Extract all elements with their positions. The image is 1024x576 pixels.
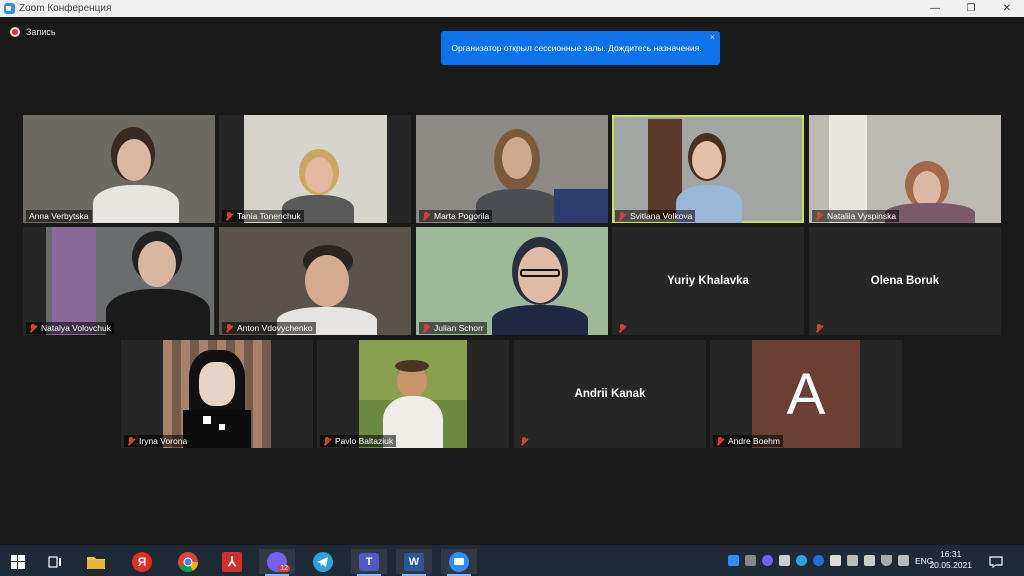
participant-video: [486, 227, 596, 335]
participant-video: [676, 115, 766, 223]
notification-close-button[interactable]: ×: [710, 32, 715, 42]
participant-video: [244, 115, 387, 223]
participant-name-label: Marta Pogorila: [419, 210, 493, 222]
participant-tile[interactable]: Marta Pogorila: [416, 115, 608, 223]
participant-name-label: Pavlo Baltaziuk: [320, 435, 397, 447]
participant-tile[interactable]: Nataliia Vyspinska: [809, 115, 1001, 223]
keyboard-icon[interactable]: [847, 555, 858, 566]
mic-muted-icon: [815, 211, 823, 221]
participant-tile-video-off[interactable]: Yuriy Khalavka: [612, 227, 804, 335]
participant-video: [265, 227, 385, 335]
word-icon[interactable]: W: [396, 549, 432, 576]
window-titlebar: Zoom Конференция — ❐ ✕: [0, 0, 1024, 17]
mic-muted-icon: [225, 211, 233, 221]
participant-tile[interactable]: Tania Tonenchuk: [219, 115, 411, 223]
chrome-icon[interactable]: [170, 549, 206, 574]
participant-avatar: A: [752, 340, 860, 448]
battery-icon[interactable]: [864, 555, 875, 566]
taskbar-clock[interactable]: 16:31 20.05.2021: [929, 549, 972, 571]
viber-icon[interactable]: 12: [259, 549, 295, 576]
mic-muted-icon: [422, 323, 430, 333]
recording-label: Запись: [26, 27, 56, 37]
participant-name-label: Julian Schorr: [419, 322, 487, 334]
participant-tile-active-speaker[interactable]: Svitlana Volkova: [612, 115, 804, 223]
task-view-icon[interactable]: [37, 549, 73, 574]
record-icon: [10, 27, 20, 37]
network-share-icon[interactable]: [745, 555, 756, 566]
dropbox-icon[interactable]: [779, 555, 790, 566]
participant-name-label: Natalya Volovchuk: [26, 322, 114, 334]
maximize-button[interactable]: ❐: [954, 0, 988, 17]
participant-tile-video-off[interactable]: Olena Boruk: [809, 227, 1001, 335]
participant-status: [517, 436, 535, 447]
mic-muted-icon: [618, 211, 626, 221]
participant-status: [812, 323, 830, 334]
yandex-browser-icon[interactable]: Я: [124, 549, 160, 574]
participant-name-label: Anton Vdovychenko: [222, 322, 316, 334]
participant-display-name: Olena Boruk: [870, 275, 940, 287]
participant-name-label: Tania Tonenchuk: [222, 210, 304, 222]
wifi-icon[interactable]: [881, 555, 892, 566]
notification-text: Организатор открыл сессионные залы. Дожд…: [451, 43, 702, 53]
window-title: Zoom Конференция: [19, 3, 112, 14]
acrobat-icon[interactable]: ⅄: [214, 549, 250, 574]
participant-tile[interactable]: Anton Vdovychenko: [219, 227, 411, 335]
participant-name-label: Andre Boehm: [713, 435, 783, 447]
participant-video: [83, 115, 193, 223]
breakout-room-notification: Организатор открыл сессионные залы. Дожд…: [441, 31, 720, 65]
participant-tile[interactable]: Pavlo Baltaziuk: [317, 340, 509, 448]
participant-video: [885, 115, 985, 223]
participant-name-label: Svitlana Volkova: [615, 210, 696, 222]
clock-time: 16:31: [940, 549, 962, 559]
participant-display-name: Andrii Kanak: [574, 388, 646, 400]
mic-muted-icon: [815, 324, 823, 333]
mic-muted-icon: [323, 436, 331, 446]
notification-center-icon[interactable]: [984, 549, 1008, 574]
teams-icon[interactable]: T: [351, 549, 387, 576]
bluetooth-icon[interactable]: [813, 555, 824, 566]
viber-tray-icon[interactable]: [762, 555, 773, 566]
mic-muted-icon: [716, 436, 724, 446]
telegram-icon[interactable]: [305, 549, 341, 574]
windows-taskbar: Я ⅄ 12 T W ENG 16:31 20.05.2021: [0, 545, 1024, 576]
minimize-button[interactable]: —: [918, 0, 952, 17]
participant-tile[interactable]: Julian Schorr: [416, 227, 608, 335]
file-explorer-icon[interactable]: [78, 549, 114, 574]
mic-muted-icon: [422, 211, 430, 221]
recording-indicator[interactable]: Запись: [10, 27, 56, 37]
participant-tile[interactable]: Iryna Vorona: [121, 340, 313, 448]
usb-icon[interactable]: [830, 555, 841, 566]
clock-date: 20.05.2021: [929, 560, 972, 570]
mic-muted-icon: [520, 437, 528, 446]
unread-badge: 12: [278, 565, 290, 572]
participant-display-name: Yuriy Khalavka: [667, 275, 749, 287]
mic-muted-icon: [225, 323, 233, 333]
participant-status: [615, 323, 633, 334]
close-button[interactable]: ✕: [990, 0, 1024, 17]
mic-muted-icon: [127, 436, 135, 446]
participant-video: [359, 340, 467, 448]
participant-tile-avatar[interactable]: A Andre Boehm: [710, 340, 902, 448]
participant-name-label: Anna Verbytska: [26, 210, 92, 222]
zoom-tray-icon[interactable]: [728, 555, 739, 566]
system-tray: ENG: [728, 545, 933, 576]
participant-tile[interactable]: Anna Verbytska: [23, 115, 215, 223]
participant-name-label: Nataliia Vyspinska: [812, 210, 900, 222]
participant-name-label: Iryna Vorona: [124, 435, 191, 447]
participant-video: [163, 340, 271, 448]
mic-muted-icon: [618, 324, 626, 333]
volume-icon[interactable]: [898, 555, 909, 566]
windows-start-icon[interactable]: [0, 549, 36, 574]
participant-tile-video-off[interactable]: Andrii Kanak: [514, 340, 706, 448]
telegram-tray-icon[interactable]: [796, 555, 807, 566]
zoom-app-icon: [4, 3, 15, 14]
participant-video: [46, 227, 214, 335]
participant-tile[interactable]: Natalya Volovchuk: [23, 227, 215, 335]
mic-muted-icon: [29, 323, 37, 333]
zoom-icon[interactable]: [441, 549, 477, 576]
